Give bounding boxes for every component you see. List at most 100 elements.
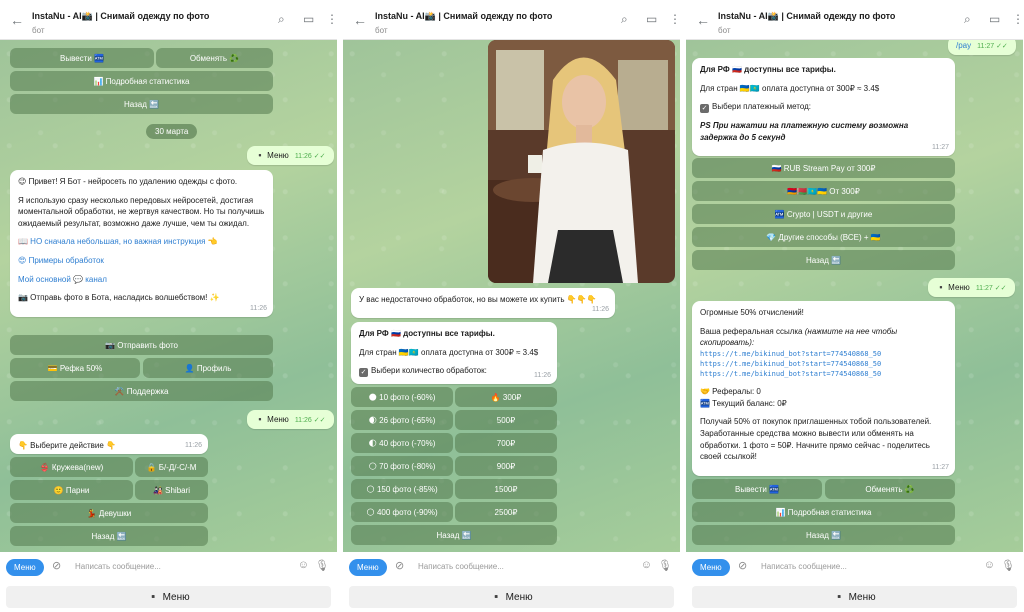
stats-button[interactable]: 📊 Подробная статистика (692, 502, 955, 522)
microphone-icon[interactable]: 🎙 (1001, 559, 1015, 572)
menu-button[interactable]: Меню (692, 559, 730, 576)
search-icon[interactable]: ⌕ (621, 12, 628, 27)
message-time: 11:27 ✓✓ (977, 43, 1008, 50)
referral-balance: 🏧 Текущий баланс: 0₽ (700, 398, 787, 408)
channel-link[interactable]: Мой основной 💬 канал (18, 274, 265, 286)
package-button[interactable]: 🌓 40 фото (-70%) (351, 433, 453, 453)
menu-button[interactable]: Меню (349, 559, 387, 576)
attach-icon[interactable]: ⊘ (738, 559, 747, 572)
back-button[interactable]: Назад 🔙 (10, 94, 273, 114)
pay-command[interactable]: /pay (956, 41, 971, 50)
welcome-line: Я использую сразу несколько передовых не… (18, 195, 265, 228)
photo-message[interactable] (488, 40, 675, 283)
referral-link[interactable]: https://t.me/bikinud_bot?start=774540868… (700, 369, 947, 379)
girls-button[interactable]: 💃 Девушки (10, 503, 208, 523)
tariffs-line: ✓ Выбери платежный метод: (700, 101, 947, 114)
outgoing-message: ▪️ Меню 11:26 ✓✓ (247, 146, 334, 165)
message-input[interactable]: Написать сообщение... (75, 562, 161, 571)
price-button[interactable]: 500₽ (455, 410, 557, 430)
chat-area: У вас недостаточно обработок, но вы може… (343, 40, 680, 552)
chat-subtitle: бот (375, 26, 388, 35)
choose-action-message: 👇 Выберите действие 👇 11:26 (10, 434, 208, 454)
guys-button[interactable]: 🙂 Парни (10, 480, 133, 500)
withdraw-button[interactable]: Вывести 🏧 (692, 479, 822, 499)
examples-link[interactable]: 😍 Примеры обработок (18, 255, 265, 267)
emoji-icon[interactable]: ☺ (298, 559, 309, 571)
back-arrow-icon[interactable]: ← (696, 12, 710, 28)
outgoing-message: /pay 11:27 ✓✓ (948, 40, 1016, 55)
chat-area: /pay 11:27 ✓✓ Для РФ 🇷🇺 доступны все тари… (686, 40, 1023, 552)
message-input[interactable]: Написать сообщение... (761, 562, 847, 571)
menu-button[interactable]: Меню (6, 559, 44, 576)
outgoing-message: ▪️ Меню 11:26 ✓✓ (247, 410, 334, 429)
send-photo-button[interactable]: 📷 Отправить фото (10, 335, 273, 355)
back-button[interactable]: Назад 🔙 (10, 526, 208, 546)
microphone-icon[interactable]: 🎙 (658, 559, 672, 572)
rub-pay-button[interactable]: 🇷🇺 RUB Stream Pay от 300₽ (692, 158, 955, 178)
price-button[interactable]: 🔥 300₽ (455, 387, 557, 407)
package-button[interactable]: 🌕 70 фото (-80%) (351, 456, 453, 476)
reply-keyboard-menu-button[interactable]: ▪️ Меню (692, 586, 1017, 608)
price-button[interactable]: 700₽ (455, 433, 557, 453)
message-input[interactable]: Написать сообщение... (418, 562, 504, 571)
sidebar-toggle-icon[interactable]: ▭ (989, 12, 1000, 26)
exchange-button[interactable]: Обменять ♻️ (825, 479, 955, 499)
more-icon[interactable]: ⋮ (1012, 12, 1023, 26)
emoji-icon[interactable]: ☺ (984, 559, 995, 571)
welcome-line: 😉 Привет! Я Бот - нейросеть по удалению … (18, 177, 238, 186)
message-time: 11:26 (185, 441, 202, 449)
chat-header: ← InstaNu - AI📸 | Снимай одежду по фото … (686, 0, 1023, 40)
exchange-button[interactable]: Обменять ♻️ (156, 48, 273, 68)
date-badge: 30 марта (146, 124, 198, 139)
payment-message: Для РФ 🇷🇺 доступны все тарифы. Для стран… (692, 58, 955, 156)
price-button[interactable]: 900₽ (455, 456, 557, 476)
withdraw-button[interactable]: Вывести 🏧 (10, 48, 154, 68)
profile-button[interactable]: 👤 Профиль (143, 358, 273, 378)
reply-keyboard-menu-button[interactable]: ▪️ Меню (349, 586, 674, 608)
reply-keyboard-menu-button[interactable]: ▪️ Меню (6, 586, 331, 608)
back-arrow-icon[interactable]: ← (10, 12, 24, 28)
chat-panel-1: ← InstaNu - AI📸 | Снимай одежду по фото … (0, 0, 337, 612)
price-button[interactable]: 1500₽ (455, 479, 557, 499)
referral-link-label: Ваша реферальная ссылка (нажмите на нее … (700, 326, 947, 349)
cis-pay-button[interactable]: 🇦🇲🇧🇾🇰🇿🇺🇦 От 300₽ (692, 181, 955, 201)
package-button[interactable]: 🌒 26 фото (-65%) (351, 410, 453, 430)
attach-icon[interactable]: ⊘ (395, 559, 404, 572)
package-button[interactable]: 🌕 150 фото (-85%) (351, 479, 453, 499)
welcome-message: 😉 Привет! Я Бот - нейросеть по удалению … (10, 170, 273, 317)
emoji-icon[interactable]: ☺ (641, 559, 652, 571)
stats-button[interactable]: 📊 Подробная статистика (10, 71, 273, 91)
more-icon[interactable]: ⋮ (326, 12, 337, 26)
tariffs-choose-text: Выбери платежный метод: (712, 102, 812, 112)
instruction-link[interactable]: 📖 НО сначала небольшая, но важная инстру… (18, 236, 265, 248)
package-button[interactable]: 🌕 400 фото (-90%) (351, 502, 453, 522)
referral-button[interactable]: 💳 Рефка 50% (10, 358, 140, 378)
sidebar-toggle-icon[interactable]: ▭ (303, 12, 314, 26)
attach-icon[interactable]: ⊘ (52, 559, 61, 572)
back-button[interactable]: Назад 🔙 (692, 525, 955, 545)
chat-title: InstaNu - AI📸 | Снимай одежду по фото (375, 11, 553, 21)
tariffs-message: Для РФ 🇷🇺 доступны все тарифы. Для стран… (351, 322, 557, 384)
microphone-icon[interactable]: 🎙 (315, 559, 329, 572)
search-icon[interactable]: ⌕ (278, 12, 285, 27)
back-arrow-icon[interactable]: ← (353, 12, 367, 28)
bdsm-button[interactable]: 🔒 Б/-Д/-С/-М (135, 457, 208, 477)
package-button[interactable]: 🌑 10 фото (-60%) (351, 387, 453, 407)
crypto-pay-button[interactable]: 🏧 Crypto | USDT и другие (692, 204, 955, 224)
other-pay-button[interactable]: 💎 Другие способы (ВСЕ) + 🇺🇦 (692, 227, 955, 247)
lace-button[interactable]: 👙 Кружева(new) (10, 457, 133, 477)
tariffs-line: ✓ Выбери количество обработок: (359, 365, 549, 378)
referral-info: Получай 50% от покупок приглашенных тобо… (700, 417, 932, 462)
referral-link[interactable]: https://t.me/bikinud_bot?start=774540868… (700, 359, 947, 369)
back-button[interactable]: Назад 🔙 (692, 250, 955, 270)
sidebar-toggle-icon[interactable]: ▭ (646, 12, 657, 26)
support-button[interactable]: ⚒️ Поддержка (10, 381, 273, 401)
shibari-button[interactable]: 🎎 Shibari (135, 480, 208, 500)
more-icon[interactable]: ⋮ (669, 12, 680, 26)
referral-link[interactable]: https://t.me/bikinud_bot?start=774540868… (700, 349, 947, 359)
back-button[interactable]: Назад 🔙 (351, 525, 557, 545)
chat-header: ← InstaNu - AI📸 | Снимай одежду по фото … (0, 0, 337, 40)
search-icon[interactable]: ⌕ (964, 12, 971, 27)
message-time: 11:26 ✓✓ (294, 417, 326, 424)
price-button[interactable]: 2500₽ (455, 502, 557, 522)
